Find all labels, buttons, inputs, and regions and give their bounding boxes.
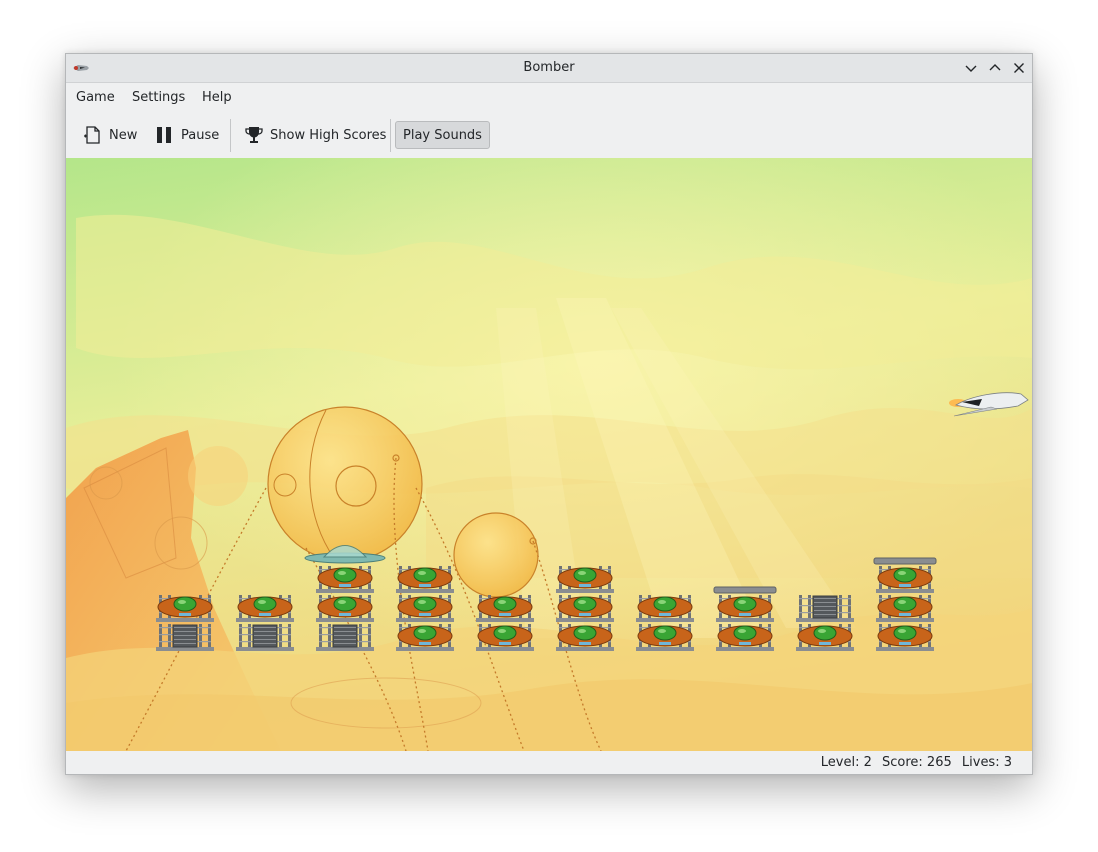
- building-tower: [556, 566, 614, 651]
- close-icon[interactable]: [1011, 60, 1027, 76]
- tower-roof: [873, 557, 937, 565]
- game-scene: [66, 158, 1032, 751]
- play-sounds-label: Play Sounds: [403, 127, 482, 143]
- toolbar-separator: [230, 119, 231, 152]
- balloon-large: [267, 406, 423, 562]
- menu-bar: Game Settings Help: [66, 83, 1032, 113]
- building-tower: [396, 566, 454, 651]
- document-new-icon: [84, 126, 100, 144]
- minimize-icon[interactable]: [963, 60, 979, 76]
- menu-settings[interactable]: Settings: [132, 90, 185, 105]
- rock-sphere: [188, 446, 248, 506]
- show-high-scores-label: Show High Scores: [270, 127, 387, 143]
- trophy-icon: [245, 127, 263, 143]
- menu-help[interactable]: Help: [202, 90, 232, 105]
- main-window: Bomber Game Settings Help New Pause Show…: [65, 53, 1033, 775]
- balloon-small: [453, 512, 539, 598]
- new-game-button[interactable]: New: [83, 121, 137, 149]
- toolbar-separator: [390, 119, 391, 152]
- new-game-label: New: [109, 127, 138, 143]
- game-canvas[interactable]: [66, 158, 1032, 751]
- level-display: Level: 2: [820, 755, 872, 770]
- pause-icon: [157, 127, 171, 143]
- window-title: Bomber: [523, 60, 575, 75]
- maximize-icon[interactable]: [987, 60, 1003, 76]
- pause-button[interactable]: Pause: [155, 121, 219, 149]
- building-tower: [873, 557, 937, 651]
- toolbar: New Pause Show High Scores Play Sounds: [66, 114, 1032, 156]
- play-sounds-toggle[interactable]: Play Sounds: [395, 121, 490, 149]
- menu-game[interactable]: Game: [76, 90, 115, 105]
- status-bar: Level: 2 Score: 265 Lives: 3: [66, 751, 1032, 774]
- pause-label: Pause: [181, 127, 220, 143]
- score-display: Score: 265: [882, 755, 952, 770]
- show-high-scores-button[interactable]: Show High Scores: [244, 121, 386, 149]
- title-bar[interactable]: Bomber: [66, 54, 1032, 83]
- lives-display: Lives: 3: [961, 755, 1012, 770]
- tower-roof: [713, 586, 777, 594]
- status-text: Level: 2 Score: 265 Lives: 3: [815, 755, 1012, 770]
